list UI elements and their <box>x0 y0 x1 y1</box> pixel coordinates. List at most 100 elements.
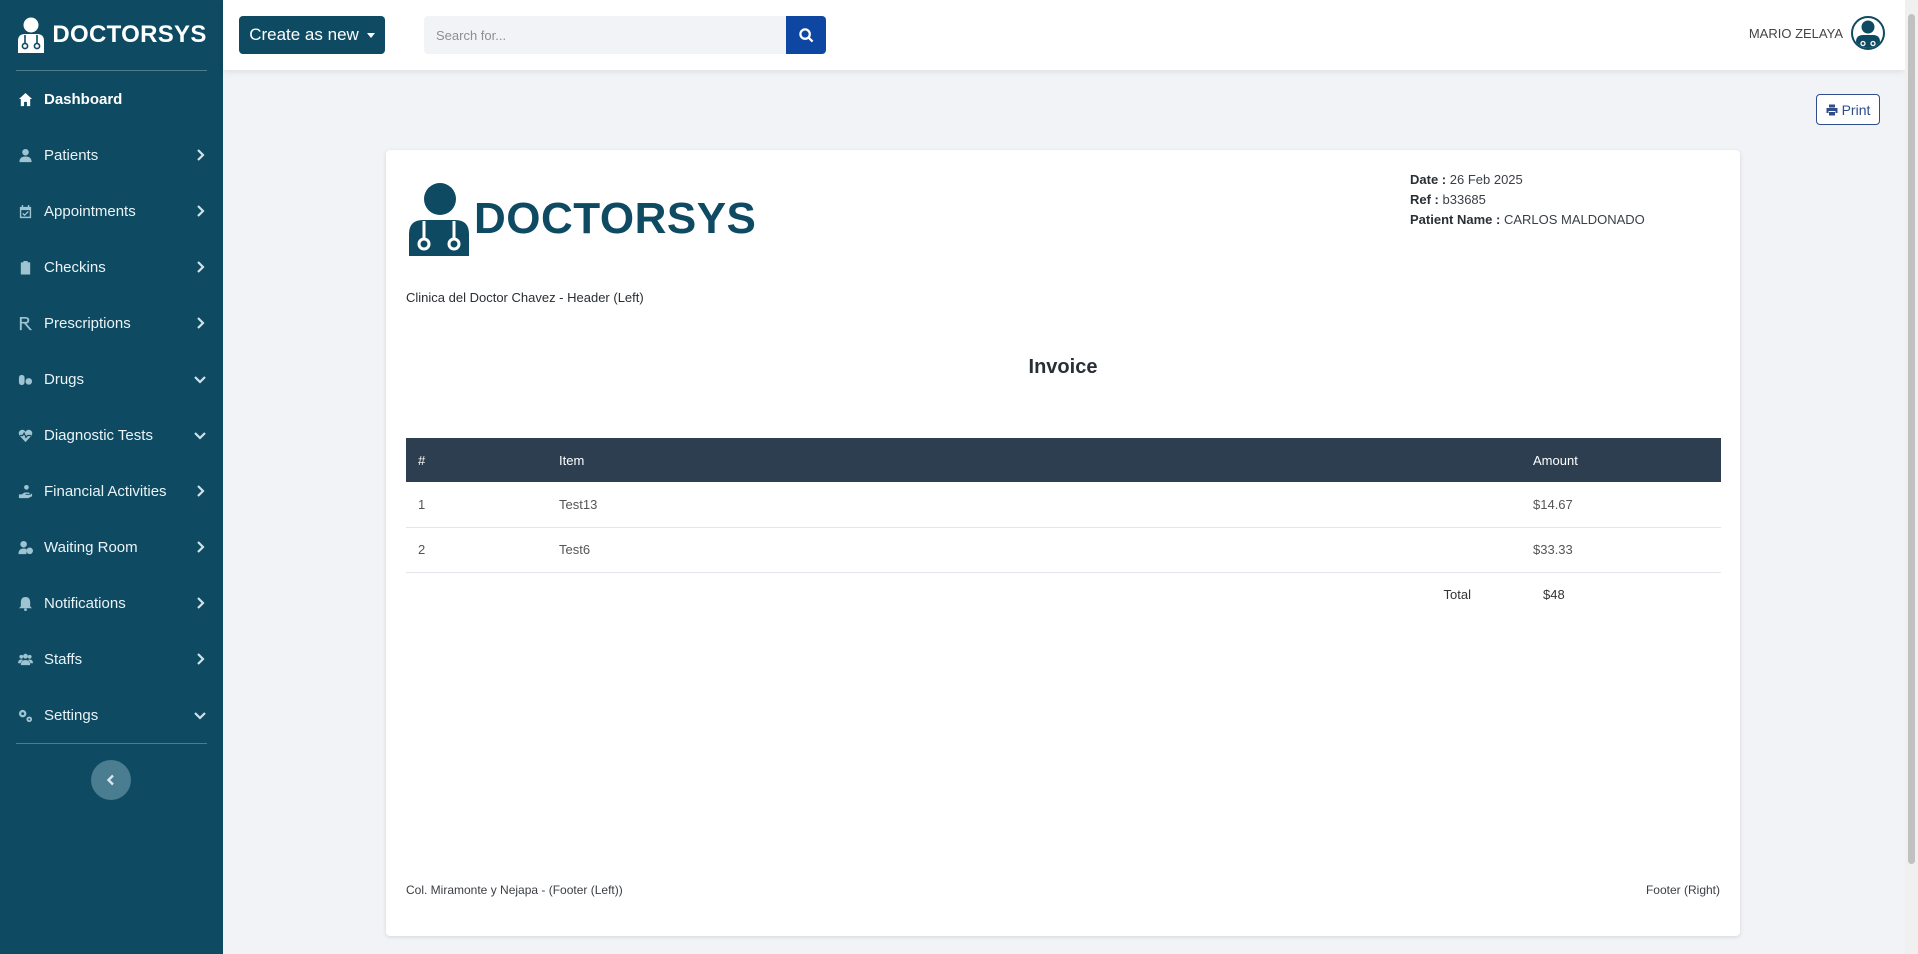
row-number: 2 <box>406 527 547 573</box>
sidebar-item-label: Waiting Room <box>44 538 138 556</box>
sidebar-item-staffs[interactable]: Staffs <box>0 631 223 687</box>
cogs-icon <box>16 706 34 724</box>
hand-coin-icon <box>16 482 34 500</box>
user-name: MARIO ZELAYA <box>1748 25 1843 41</box>
sidebar-divider <box>16 743 207 744</box>
invoice-ref: Ref : b33685 <box>1410 192 1486 207</box>
sidebar-item-label: Financial Activities <box>44 482 167 500</box>
invoice-meta: Date : 26 Feb 2025 Ref : b33685 Patient … <box>1410 170 1645 230</box>
sidebar-item-label: Staffs <box>44 650 83 668</box>
row-item: Test6 <box>547 527 1521 573</box>
row-item: Test13 <box>547 482 1521 528</box>
caret-down-icon <box>366 32 375 38</box>
create-as-new-button[interactable]: Create as new <box>239 16 385 54</box>
sidebar-brand[interactable]: DOCTORSYS <box>0 0 223 70</box>
pills-icon <box>16 370 34 388</box>
column-header-item: Item <box>547 438 1521 482</box>
row-number: 1 <box>406 482 547 528</box>
invoice-brand-name: DOCTORSYS <box>474 194 757 243</box>
chevron-right-icon <box>193 204 207 218</box>
chevron-right-icon <box>193 596 207 610</box>
sidebar-item-dashboard[interactable]: Dashboard <box>0 71 223 127</box>
chevron-right-icon <box>193 316 207 330</box>
sidebar-item-label: Patients <box>44 146 99 164</box>
footer-right-text: Footer (Right) <box>1645 883 1720 897</box>
topbar: Create as new MARIO ZELAYA <box>223 0 1905 70</box>
sidebar-collapse-button[interactable] <box>91 760 131 800</box>
search-bar <box>424 16 826 54</box>
sidebar-item-notifications[interactable]: Notifications <box>0 575 223 631</box>
create-as-new-label: Create as new <box>249 25 359 44</box>
doctor-avatar-icon <box>1856 20 1880 48</box>
calendar-icon <box>16 202 34 220</box>
chevron-right-icon <box>193 148 207 162</box>
chevron-right-icon <box>193 540 207 554</box>
invoice-patient: Patient Name : CARLOS MALDONADO <box>1410 212 1645 227</box>
print-button[interactable]: Print <box>1816 94 1880 125</box>
chevron-right-icon <box>193 260 207 274</box>
doctor-logo-icon <box>18 17 45 53</box>
chevron-down-icon <box>193 428 207 442</box>
user-menu[interactable]: MARIO ZELAYA <box>1749 16 1885 50</box>
users-icon <box>16 650 34 668</box>
chevron-right-icon <box>193 484 207 498</box>
column-header-number: # <box>406 438 547 482</box>
invoice-date: Date : 26 Feb 2025 <box>1410 172 1523 187</box>
total-label: Total <box>1443 587 1471 603</box>
column-header-amount: Amount <box>1521 438 1721 482</box>
footer-left-text: Col. Miramonte y Nejapa - (Footer (Left)… <box>406 883 623 897</box>
sidebar-nav: Dashboard Patients Appointments Checkins… <box>0 71 223 743</box>
invoice-card: DOCTORSYS Date : 26 Feb 2025 Ref : b3368… <box>386 150 1740 936</box>
sidebar-item-label: Checkins <box>44 258 106 276</box>
home-icon <box>16 90 34 108</box>
sidebar-item-label: Prescriptions <box>44 314 131 332</box>
sidebar-item-patients[interactable]: Patients <box>0 127 223 183</box>
sidebar-item-checkins[interactable]: Checkins <box>0 239 223 295</box>
clinic-header-text: Clinica del Doctor Chavez - Header (Left… <box>406 290 644 305</box>
sidebar-item-label: Settings <box>44 706 99 724</box>
total-value: $48 <box>1543 587 1565 603</box>
chevron-down-icon <box>193 708 207 722</box>
invoice-logo: DOCTORSYS <box>406 182 756 256</box>
sidebar-item-appointments[interactable]: Appointments <box>0 183 223 239</box>
user-icon <box>16 146 34 164</box>
search-button[interactable] <box>786 16 826 54</box>
sidebar: DOCTORSYS Dashboard Patients Appointment… <box>0 0 223 954</box>
search-icon <box>798 27 813 42</box>
sidebar-item-diagnostic-tests[interactable]: Diagnostic Tests <box>0 407 223 463</box>
search-input[interactable] <box>424 16 786 54</box>
sidebar-item-financial-activities[interactable]: Financial Activities <box>0 463 223 519</box>
sidebar-item-settings[interactable]: Settings <box>0 687 223 743</box>
sidebar-item-prescriptions[interactable]: Prescriptions <box>0 295 223 351</box>
sidebar-item-label: Drugs <box>44 370 85 388</box>
chevron-down-icon <box>193 372 207 386</box>
heart-pulse-icon <box>16 426 34 444</box>
row-amount: $33.33 <box>1521 527 1721 573</box>
row-amount: $14.67 <box>1521 482 1721 528</box>
table-row: 2 Test6 $33.33 <box>406 527 1721 573</box>
rx-icon <box>16 314 34 332</box>
avatar[interactable] <box>1851 16 1885 50</box>
chevron-left-icon <box>106 774 114 786</box>
user-clock-icon <box>16 538 34 556</box>
clipboard-icon <box>16 258 34 276</box>
total-row: Total $48 <box>406 572 1721 617</box>
table-row: 1 Test13 $14.67 <box>406 482 1721 528</box>
sidebar-item-drugs[interactable]: Drugs <box>0 351 223 407</box>
sidebar-item-label: Appointments <box>44 202 136 220</box>
sidebar-item-label: Dashboard <box>44 90 123 108</box>
doctor-logo-icon <box>409 183 469 256</box>
sidebar-item-label: Notifications <box>44 594 126 612</box>
scrollbar-thumb[interactable] <box>1908 14 1915 864</box>
print-label: Print <box>1841 101 1871 118</box>
sidebar-item-waiting-room[interactable]: Waiting Room <box>0 519 223 575</box>
invoice-title: Invoice <box>1028 356 1098 378</box>
printer-icon <box>1826 104 1838 115</box>
page-scrollbar[interactable] <box>1905 0 1918 954</box>
brand-name: DOCTORSYS <box>52 21 207 48</box>
chevron-right-icon <box>193 652 207 666</box>
sidebar-item-label: Diagnostic Tests <box>44 426 153 444</box>
table-header-row: # Item Amount <box>406 438 1721 482</box>
invoice-table: # Item Amount 1 Test13 $14.67 2 Test6 $3… <box>406 438 1721 617</box>
bell-icon <box>16 594 34 612</box>
